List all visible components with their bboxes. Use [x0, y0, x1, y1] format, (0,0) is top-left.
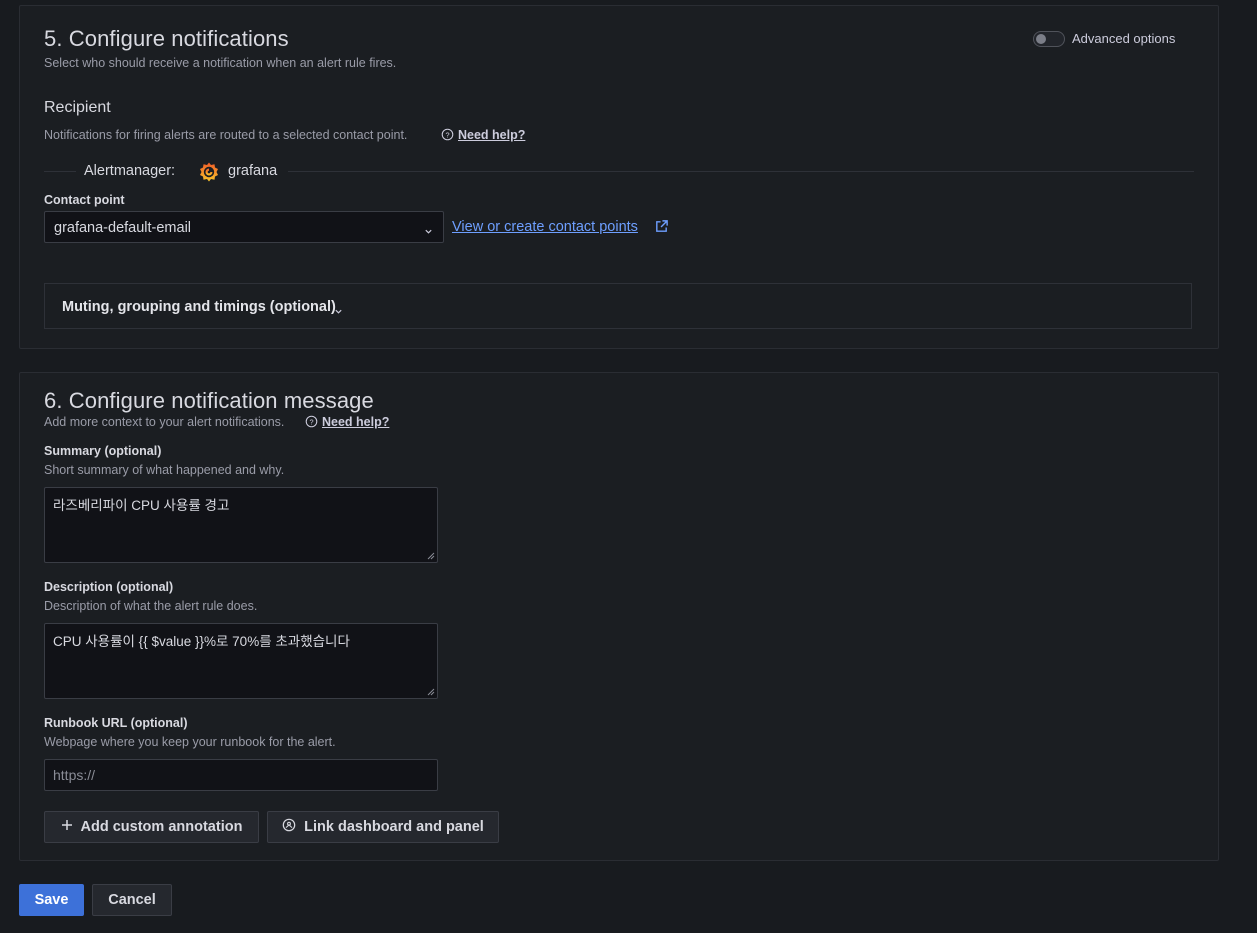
section-title: 5. Configure notifications	[44, 26, 289, 51]
svg-text:?: ?	[445, 130, 449, 139]
runbook-label: Runbook URL (optional)	[44, 716, 188, 730]
section-subtitle: Select who should receive a notification…	[44, 56, 397, 70]
section-title: 6. Configure notification message	[44, 388, 374, 413]
summary-label: Summary (optional)	[44, 444, 162, 458]
chevron-down-icon	[424, 223, 433, 241]
summary-textarea[interactable]: 라즈베리파이 CPU 사용률 경고	[44, 487, 438, 563]
need-help-link[interactable]: Need help?	[458, 128, 525, 142]
add-custom-annotation-button[interactable]: Add custom annotation	[44, 811, 259, 843]
contact-point-value: grafana-default-email	[54, 220, 192, 236]
resize-handle-icon[interactable]	[427, 552, 435, 560]
divider	[44, 171, 76, 172]
chevron-down-icon	[334, 303, 343, 321]
configure-message-section: 6. Configure notification message Add mo…	[19, 372, 1219, 861]
apps-icon	[282, 818, 296, 836]
runbook-description: Webpage where you keep your runbook for …	[44, 735, 336, 749]
grafana-logo	[197, 160, 221, 184]
description-value: CPU 사용률이 {{ $value }}%로 70%를 초과했습니다	[53, 634, 350, 649]
contact-point-select[interactable]: grafana-default-email	[44, 211, 444, 243]
summary-value: 라즈베리파이 CPU 사용률 경고	[53, 498, 230, 513]
muting-collapse[interactable]: Muting, grouping and timings (optional)	[44, 283, 1192, 329]
muting-label: Muting, grouping and timings (optional)	[62, 299, 336, 315]
divider	[288, 171, 1194, 172]
cancel-button[interactable]: Cancel	[92, 884, 172, 916]
help-circle-icon: ?	[441, 128, 455, 142]
recipient-description: Notifications for firing alerts are rout…	[44, 128, 408, 142]
add-custom-annotation-label: Add custom annotation	[80, 819, 243, 835]
contact-point-label: Contact point	[44, 193, 125, 207]
description-description: Description of what the alert rule does.	[44, 599, 258, 613]
svg-text:?: ?	[309, 417, 313, 426]
view-contact-points-link[interactable]: View or create contact points	[452, 219, 638, 235]
resize-handle-icon[interactable]	[427, 688, 435, 696]
summary-description: Short summary of what happened and why.	[44, 463, 285, 477]
link-dashboard-label: Link dashboard and panel	[304, 819, 484, 835]
link-dashboard-button[interactable]: Link dashboard and panel	[267, 811, 499, 843]
external-link-icon[interactable]	[654, 219, 669, 239]
plus-icon	[61, 819, 73, 835]
alertmanager-name: grafana	[228, 163, 278, 179]
alertmanager-label: Alertmanager:	[84, 163, 176, 179]
runbook-url-input[interactable]	[44, 759, 438, 791]
section-subtitle: Add more context to your alert notificat…	[44, 415, 285, 429]
description-label: Description (optional)	[44, 580, 174, 594]
recipient-title: Recipient	[44, 99, 111, 116]
advanced-options-label: Advanced options	[1072, 31, 1176, 46]
advanced-options-toggle[interactable]	[1033, 31, 1065, 47]
help-circle-icon: ?	[305, 415, 319, 429]
save-button[interactable]: Save	[19, 884, 84, 916]
configure-notifications-section: 5. Configure notifications Select who sh…	[19, 5, 1219, 349]
need-help-link[interactable]: Need help?	[322, 415, 389, 429]
description-textarea[interactable]: CPU 사용률이 {{ $value }}%로 70%를 초과했습니다	[44, 623, 438, 699]
